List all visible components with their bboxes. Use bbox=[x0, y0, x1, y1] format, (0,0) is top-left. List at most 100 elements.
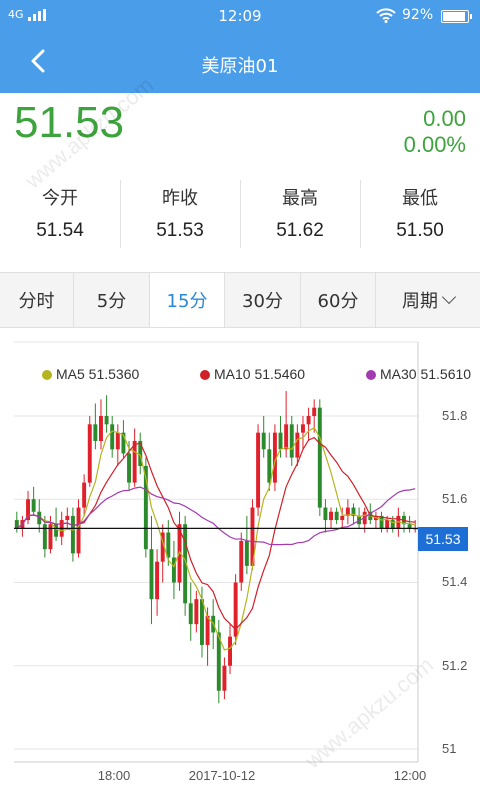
battery-percent: 92% bbox=[402, 7, 434, 23]
tab-label: 分时 bbox=[18, 291, 55, 312]
ma30-line bbox=[16, 486, 416, 546]
tab-label: 30分 bbox=[242, 291, 283, 312]
last-price: 51.53 bbox=[14, 98, 125, 147]
stat-value: 51.62 bbox=[276, 220, 324, 241]
current-price-tag: 51.53 bbox=[418, 527, 468, 551]
candle-body bbox=[65, 515, 70, 521]
candle-body bbox=[306, 416, 311, 425]
candle-body bbox=[256, 432, 261, 508]
candle-body bbox=[70, 515, 75, 554]
quote-stats: 今开 51.54 昨收 51.53 最高 51.62 最低 51.50 bbox=[0, 178, 480, 250]
x-tick-label: 18:00 bbox=[97, 768, 131, 783]
legend-ma10: MA10 51.5460 bbox=[200, 366, 305, 382]
candle-body bbox=[205, 615, 210, 645]
candle-body bbox=[115, 432, 120, 450]
change-percent: 0.00% bbox=[403, 132, 466, 157]
y-tick-label: 51.8 bbox=[442, 408, 468, 423]
tab-5min[interactable]: 5分 bbox=[74, 273, 150, 327]
candle-body bbox=[267, 449, 272, 483]
stat-label: 最低 bbox=[402, 188, 438, 209]
tab-label: 5分 bbox=[96, 291, 127, 312]
legend-dot bbox=[42, 370, 52, 380]
chevron-down-icon bbox=[441, 289, 457, 305]
x-tick-label: 2017-10-12 bbox=[188, 768, 256, 783]
candle-body bbox=[284, 424, 289, 450]
y-tick-label: 51.4 bbox=[442, 574, 468, 589]
y-tick-label: 51.2 bbox=[442, 658, 468, 673]
candle-body bbox=[31, 499, 36, 512]
tab-label: 周期 bbox=[402, 291, 438, 312]
status-bar: 4G 12:09 92% bbox=[0, 0, 480, 32]
tab-period-dropdown[interactable]: 周期 bbox=[376, 273, 480, 327]
candle-body bbox=[228, 636, 232, 666]
price-change: 0.00 0.00% bbox=[404, 106, 466, 158]
candle-body bbox=[407, 524, 412, 529]
battery-icon bbox=[441, 10, 472, 23]
stat-low: 最低 51.50 bbox=[360, 178, 480, 250]
tab-15min[interactable]: 15分 bbox=[150, 273, 225, 327]
candle-body bbox=[312, 407, 317, 416]
tab-30min[interactable]: 30分 bbox=[225, 273, 301, 327]
stat-open: 今开 51.54 bbox=[0, 178, 120, 250]
stat-label: 今开 bbox=[42, 188, 78, 209]
candle-body bbox=[239, 540, 244, 583]
legend-dot bbox=[200, 370, 210, 380]
candle-body bbox=[127, 453, 131, 483]
candle-body bbox=[295, 432, 300, 458]
candle-body bbox=[317, 407, 322, 508]
x-tick-label: 12:00 bbox=[393, 768, 427, 783]
candle-body bbox=[222, 665, 227, 691]
app-header: 4G 12:09 92% 美原油01 bbox=[0, 0, 480, 93]
candle-body bbox=[99, 416, 103, 441]
legend-label: MA5 51.5360 bbox=[56, 366, 140, 382]
stat-high: 最高 51.62 bbox=[240, 178, 360, 250]
candle-body bbox=[82, 482, 87, 508]
stat-label: 最高 bbox=[282, 188, 318, 209]
candle-body bbox=[261, 432, 266, 450]
candle-body bbox=[110, 424, 115, 450]
candle-body bbox=[188, 603, 193, 625]
tab-timeshare[interactable]: 分时 bbox=[0, 273, 74, 327]
kline-svg bbox=[14, 341, 419, 763]
page-title: 美原油01 bbox=[201, 56, 279, 77]
change-value: 0.00 bbox=[423, 106, 466, 131]
candle-body bbox=[194, 599, 199, 625]
legend-label: MA10 51.5460 bbox=[214, 366, 306, 382]
wifi-icon bbox=[376, 8, 396, 23]
period-tabs: 分时 5分 15分 30分 60分 周期 bbox=[0, 272, 480, 328]
stat-value: 51.50 bbox=[396, 220, 444, 241]
candle-body bbox=[329, 511, 333, 521]
legend-dot bbox=[366, 370, 376, 380]
candle-body bbox=[149, 549, 154, 600]
stat-value: 51.54 bbox=[36, 220, 84, 241]
stat-value: 51.53 bbox=[156, 220, 204, 241]
candle-body bbox=[76, 507, 81, 554]
candle-body bbox=[278, 432, 283, 450]
stat-prev-close: 昨收 51.53 bbox=[120, 178, 240, 250]
candle-body bbox=[323, 507, 328, 521]
candle-body bbox=[385, 520, 390, 529]
tab-label: 15分 bbox=[166, 291, 208, 312]
legend-ma5: MA5 51.5360 bbox=[42, 366, 139, 382]
tab-60min[interactable]: 60分 bbox=[301, 273, 376, 327]
y-tick-label: 51 bbox=[442, 741, 457, 756]
candle-body bbox=[155, 561, 160, 600]
legend-ma30: MA30 51.5610 bbox=[366, 366, 480, 382]
ma10-line bbox=[16, 436, 416, 631]
tab-label: 60分 bbox=[317, 291, 359, 312]
candle-body bbox=[104, 416, 109, 425]
candle-body bbox=[289, 424, 294, 458]
candle-body bbox=[301, 424, 305, 433]
candle-body bbox=[200, 599, 204, 645]
kline-chart[interactable]: MA5 51.5360 MA10 51.5460 MA30 51.5610 51… bbox=[0, 328, 480, 800]
candle-body bbox=[93, 424, 98, 441]
y-tick-label: 51.6 bbox=[442, 491, 468, 506]
candle-body bbox=[54, 524, 59, 537]
ma5-line bbox=[16, 426, 416, 651]
candle-body bbox=[334, 511, 339, 521]
legend-label: MA30 51.5610 bbox=[380, 366, 472, 382]
candle-body bbox=[87, 424, 92, 483]
candle-body bbox=[244, 540, 249, 566]
stat-label: 昨收 bbox=[162, 188, 198, 209]
candle-body bbox=[340, 515, 345, 521]
